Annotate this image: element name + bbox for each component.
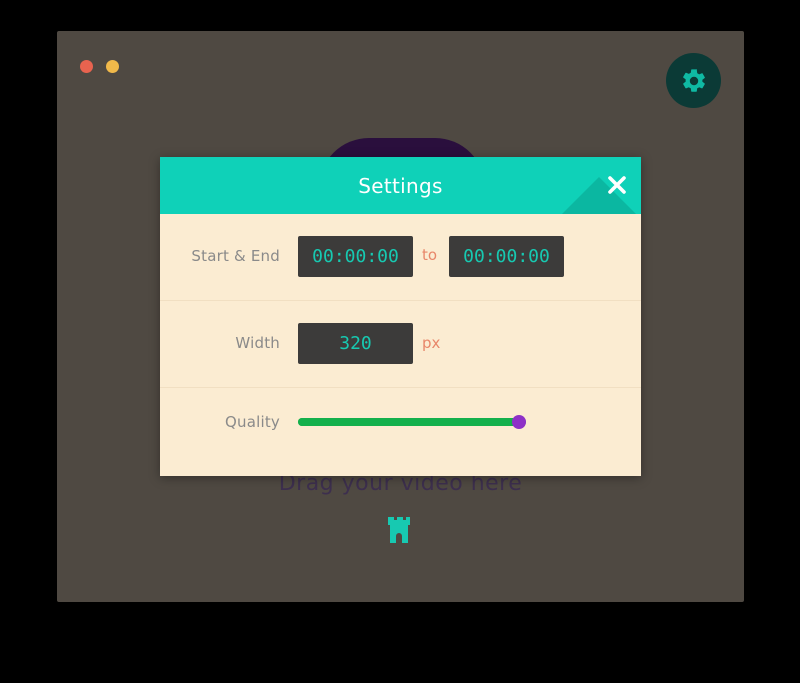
close-button[interactable]: [605, 173, 629, 197]
quality-row: Quality: [160, 388, 641, 468]
quality-label: Quality: [225, 413, 280, 431]
modal-header: Settings: [160, 157, 641, 214]
window-close-button[interactable]: [80, 60, 93, 73]
settings-modal: Settings Start & End 00:00:00 to 00:00:0…: [160, 157, 641, 476]
to-connector: to: [422, 246, 438, 264]
close-area: [542, 157, 641, 214]
modal-title: Settings: [358, 173, 443, 198]
start-time-input[interactable]: 00:00:00: [298, 236, 413, 277]
quality-slider[interactable]: [298, 415, 527, 429]
window-minimize-button[interactable]: [106, 60, 119, 73]
settings-button[interactable]: [666, 53, 721, 108]
start-end-label: Start & End: [191, 247, 280, 265]
width-unit: px: [422, 334, 441, 352]
width-label: Width: [235, 334, 280, 352]
start-end-row: Start & End 00:00:00 to 00:00:00: [160, 214, 641, 301]
width-input[interactable]: 320: [298, 323, 413, 364]
width-row: Width 320 px: [160, 301, 641, 388]
quality-slider-thumb[interactable]: [512, 415, 527, 429]
end-time-input[interactable]: 00:00:00: [449, 236, 564, 277]
quality-slider-fill: [298, 418, 520, 426]
close-icon: [608, 176, 626, 194]
castle-upload-icon[interactable]: [386, 515, 414, 545]
gear-icon: [682, 68, 705, 92]
